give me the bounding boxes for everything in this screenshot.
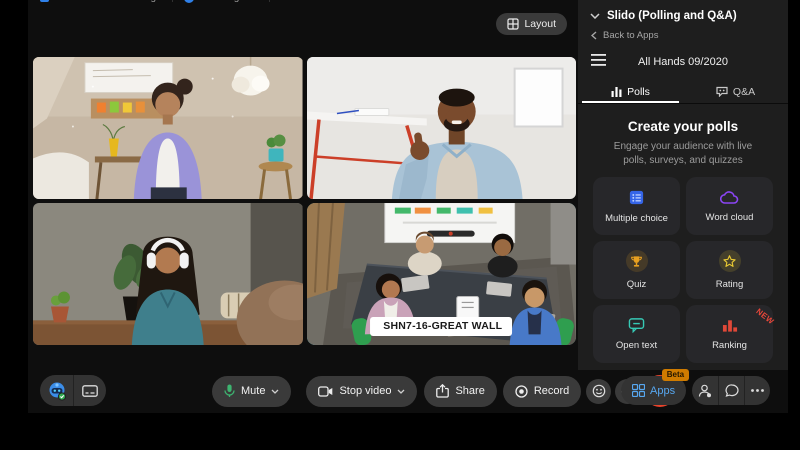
- closed-captions-button[interactable]: [73, 375, 106, 406]
- podium-icon: [722, 318, 738, 333]
- video-tile-participant-2[interactable]: [307, 57, 577, 199]
- video-grid: SHN7-16-GREAT WALL: [33, 57, 576, 345]
- video-area: Layout: [28, 0, 578, 413]
- list-icon: [628, 189, 645, 206]
- trophy-icon: [626, 250, 648, 272]
- quiz-button[interactable]: Quiz: [593, 241, 680, 299]
- hamburger-menu-icon[interactable]: [591, 54, 606, 66]
- control-bar: Mute Stop video: [28, 373, 788, 409]
- participants-icon: [698, 384, 712, 398]
- participant-video-2: [307, 57, 577, 199]
- qa-bubble-icon: [716, 86, 728, 97]
- share-icon: [436, 384, 449, 398]
- smiley-icon: [592, 384, 606, 398]
- room-name-pill: SHN7-16-GREAT WALL: [370, 317, 512, 336]
- webex-assistant-button[interactable]: [40, 375, 73, 406]
- ellipsis-icon: [751, 389, 764, 392]
- panel-tabs: Polls Q&A: [578, 80, 788, 104]
- poll-type-grid: Multiple choice Word cloud Quiz: [593, 177, 773, 363]
- chevron-down-icon[interactable]: [590, 13, 600, 19]
- session-title: All Hands 09/2020: [578, 56, 788, 68]
- tab-qa[interactable]: Q&A: [683, 80, 788, 103]
- speech-bubble-icon: [628, 317, 645, 333]
- cloud-icon: [720, 190, 739, 205]
- layout-button[interactable]: Layout: [496, 13, 567, 35]
- chevron-down-icon: [397, 389, 405, 394]
- microphone-icon: [224, 384, 235, 398]
- create-polls-subheading: Engage your audience with live polls, su…: [604, 140, 762, 167]
- panel-title: Slido (Polling and Q&A): [607, 10, 737, 22]
- chat-button[interactable]: [718, 376, 744, 405]
- webex-window: Cisco Webex Meetings | i Meeting info | …: [28, 0, 788, 413]
- reactions-button[interactable]: [586, 379, 611, 404]
- star-icon: [719, 250, 741, 272]
- more-panels-button[interactable]: [744, 376, 770, 405]
- open-text-button[interactable]: Open text: [593, 305, 680, 363]
- bar-chart-icon: [611, 87, 622, 97]
- rating-button[interactable]: Rating: [686, 241, 773, 299]
- participant-video-3: [33, 203, 303, 345]
- video-camera-icon: [318, 386, 333, 397]
- captions-icon: [82, 385, 98, 397]
- record-icon: [515, 385, 528, 398]
- participants-chat-group: [692, 376, 770, 405]
- ranking-button[interactable]: NEW Ranking: [686, 305, 773, 363]
- chevron-left-icon: [591, 31, 597, 40]
- assistant-captions-group: [40, 375, 106, 406]
- tab-polls[interactable]: Polls: [578, 80, 683, 103]
- apps-grid-icon: [632, 384, 645, 397]
- share-button[interactable]: Share: [424, 376, 496, 407]
- video-tile-conference-room[interactable]: SHN7-16-GREAT WALL: [307, 203, 577, 345]
- multiple-choice-button[interactable]: Multiple choice: [593, 177, 680, 235]
- call-controls: Mute Stop video: [212, 375, 676, 407]
- chat-bubble-icon: [725, 384, 739, 397]
- record-button[interactable]: Record: [503, 376, 581, 407]
- apps-button[interactable]: Beta Apps: [621, 376, 686, 405]
- panel-controls: Beta Apps: [621, 376, 770, 405]
- video-tile-participant-1[interactable]: [33, 57, 303, 199]
- stop-video-button[interactable]: Stop video: [306, 376, 417, 407]
- back-to-apps-link[interactable]: Back to Apps: [578, 22, 788, 41]
- grid-layout-icon: [507, 18, 519, 30]
- room-name-label: SHN7-16-GREAT WALL: [383, 320, 502, 332]
- video-tile-participant-3[interactable]: [33, 203, 303, 345]
- new-badge: NEW: [754, 307, 775, 327]
- chevron-down-icon: [271, 389, 279, 394]
- create-polls-heading: Create your polls: [578, 119, 788, 134]
- mute-button[interactable]: Mute: [212, 376, 291, 407]
- participant-video-1: [33, 57, 303, 199]
- participants-button[interactable]: [692, 376, 718, 405]
- word-cloud-button[interactable]: Word cloud: [686, 177, 773, 235]
- assistant-robot-icon: [47, 381, 67, 401]
- slido-panel: Slido (Polling and Q&A) Back to Apps All…: [578, 0, 788, 370]
- beta-badge: Beta: [662, 369, 689, 381]
